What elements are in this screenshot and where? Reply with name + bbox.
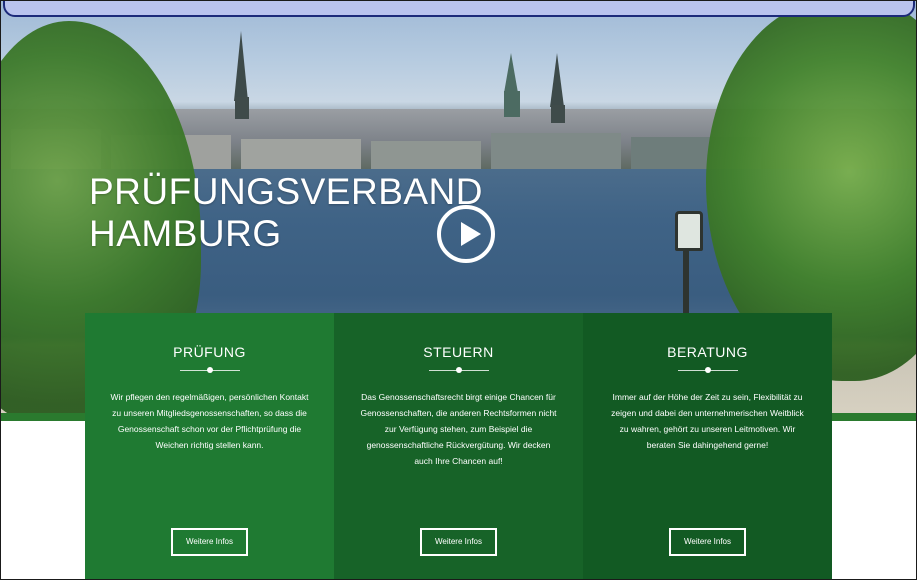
play-icon[interactable] bbox=[437, 205, 495, 263]
card-title: PRÜFUNG bbox=[173, 344, 246, 360]
card-beratung: BERATUNG Immer auf der Höhe der Zeit zu … bbox=[583, 313, 832, 579]
card-title: STEUERN bbox=[423, 344, 494, 360]
weitere-infos-button[interactable]: Weitere Infos bbox=[171, 528, 248, 556]
building bbox=[241, 139, 361, 169]
street-lamp bbox=[675, 211, 703, 251]
weitere-infos-button[interactable]: Weitere Infos bbox=[669, 528, 746, 556]
hero-title: PRÜFUNGSVERBAND HAMBURG bbox=[89, 171, 483, 255]
card-divider bbox=[428, 367, 489, 373]
card-pruefung: PRÜFUNG Wir pflegen den regelmäßigen, pe… bbox=[85, 313, 334, 579]
hero-title-line2: HAMBURG bbox=[89, 213, 282, 254]
church-tower bbox=[551, 105, 565, 123]
church-spire bbox=[234, 31, 248, 101]
card-text: Wir pflegen den regelmäßigen, persönlich… bbox=[110, 392, 309, 450]
card-divider bbox=[677, 367, 738, 373]
card-steuern: STEUERN Das Genossenschaftsrecht birgt e… bbox=[334, 313, 583, 579]
card-text: Das Genossenschaftsrecht birgt einige Ch… bbox=[360, 392, 557, 466]
tower-dome bbox=[504, 53, 518, 93]
building bbox=[491, 133, 621, 169]
card-text: Immer auf der Höhe der Zeit zu sein, Fle… bbox=[611, 392, 804, 450]
screenshot-frame: PRÜFUNGSVERBAND HAMBURG PRÜFUNG Wir pfle… bbox=[0, 0, 917, 580]
church-spire bbox=[550, 53, 564, 107]
building bbox=[371, 141, 481, 169]
church-tower bbox=[235, 97, 249, 119]
tower bbox=[504, 91, 520, 117]
top-bar bbox=[3, 1, 915, 17]
card-title: BERATUNG bbox=[667, 344, 748, 360]
weitere-infos-button[interactable]: Weitere Infos bbox=[420, 528, 497, 556]
hero-title-line1: PRÜFUNGSVERBAND bbox=[89, 171, 483, 212]
card-divider bbox=[179, 367, 240, 373]
